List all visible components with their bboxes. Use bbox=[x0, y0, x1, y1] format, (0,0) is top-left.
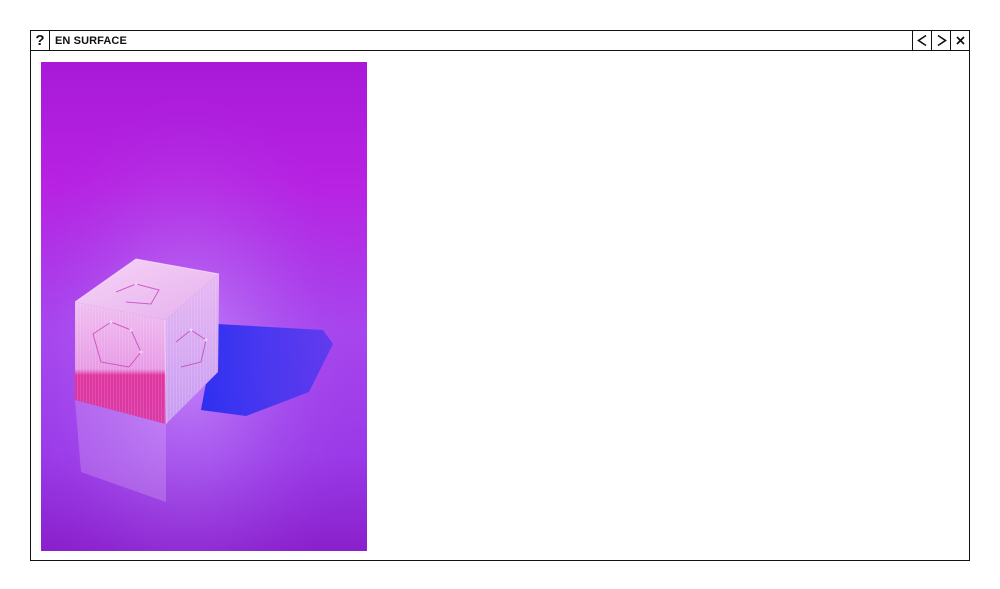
acrylic-cube-photo[interactable] bbox=[41, 62, 367, 551]
app-window: ? EN SURFACE bbox=[30, 30, 970, 561]
question-mark-icon: ? bbox=[35, 32, 45, 49]
window-title: EN SURFACE bbox=[55, 34, 127, 47]
previous-button[interactable] bbox=[912, 31, 931, 50]
help-button[interactable]: ? bbox=[31, 31, 50, 50]
photo-image bbox=[41, 62, 367, 551]
title-bar: ? EN SURFACE bbox=[31, 31, 969, 51]
chevron-left-icon bbox=[916, 34, 926, 47]
chevron-right-icon bbox=[937, 34, 947, 47]
window-controls bbox=[912, 31, 969, 50]
content-area bbox=[31, 51, 969, 560]
next-button[interactable] bbox=[931, 31, 950, 50]
close-button[interactable] bbox=[950, 31, 969, 50]
close-icon bbox=[955, 36, 965, 45]
